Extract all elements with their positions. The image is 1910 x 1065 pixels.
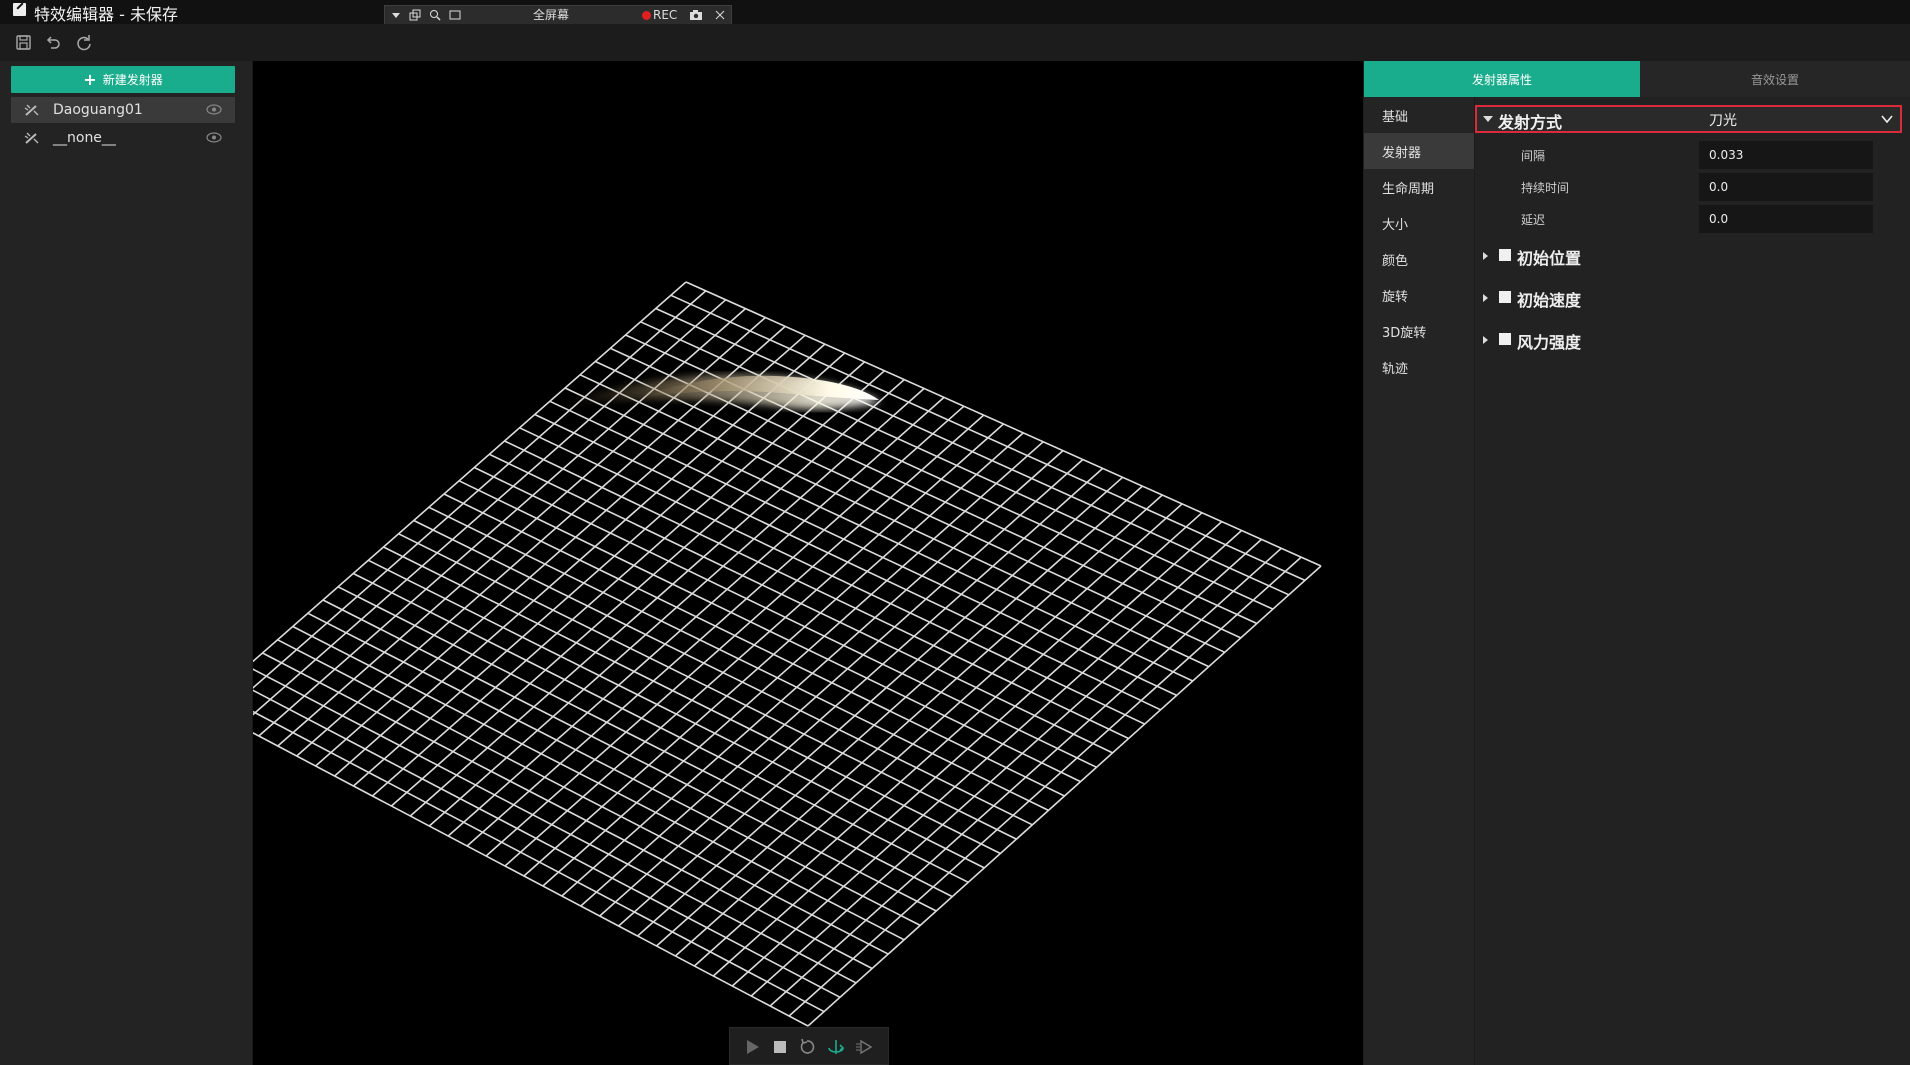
expand-triangle-icon[interactable] — [1483, 252, 1488, 260]
section-wind-strength[interactable]: 风力强度 — [1475, 326, 1910, 356]
recording-toolbar: 全屏幕 REC — [384, 5, 732, 25]
emit-mode-value: 刀光 — [1709, 113, 1737, 129]
emitter-name: Daoguang01 — [53, 102, 143, 118]
interval-input[interactable] — [1699, 141, 1873, 169]
tab-emitter-properties[interactable]: 发射器属性 — [1364, 61, 1640, 97]
section-enable-checkbox[interactable] — [1499, 291, 1511, 303]
category-emitter[interactable]: 发射器 — [1364, 133, 1474, 169]
visibility-eye-icon[interactable] — [206, 104, 222, 115]
collapse-triangle-icon[interactable] — [1483, 116, 1493, 122]
plus-icon: + — [83, 69, 97, 89]
properties-panel: 发射器属性 音效设置 基础 发射器 生命周期 大小 颜色 旋转 3D旋转 轨迹 … — [1364, 61, 1910, 1065]
new-emitter-label: 新建发射器 — [102, 73, 163, 87]
category-3d-rotation[interactable]: 3D旋转 — [1364, 313, 1474, 349]
app-icon — [13, 3, 26, 16]
replay-icon[interactable] — [798, 1037, 818, 1057]
chevron-down-icon[interactable] — [1880, 112, 1894, 126]
scene-canvas — [253, 281, 1322, 1027]
emitter-item-daoguang01[interactable]: Daoguang01 — [11, 97, 235, 123]
blade-slash-effect — [553, 374, 881, 409]
section-label: 初始速度 — [1517, 291, 1582, 310]
zoom-icon[interactable] — [429, 9, 441, 21]
emitter-properties: 发射方式 刀光 间隔 持续时间 延迟 初始位置 初始速度 — [1475, 97, 1910, 1065]
step-forward-icon[interactable] — [854, 1037, 874, 1057]
visibility-eye-icon[interactable] — [206, 132, 222, 143]
section-label: 风力强度 — [1517, 333, 1582, 352]
window-restore-icon[interactable] — [409, 9, 421, 21]
duration-row: 持续时间 — [1475, 171, 1910, 201]
section-initial-position[interactable]: 初始位置 — [1475, 242, 1910, 272]
section-enable-checkbox[interactable] — [1499, 249, 1511, 261]
emitter-icon — [24, 132, 39, 144]
expand-triangle-icon[interactable] — [1483, 294, 1488, 302]
property-category-list: 基础 发射器 生命周期 大小 颜色 旋转 3D旋转 轨迹 — [1364, 97, 1475, 1065]
category-color[interactable]: 颜色 — [1364, 241, 1474, 277]
play-icon[interactable] — [742, 1037, 762, 1057]
emit-mode-label: 发射方式 — [1498, 113, 1563, 132]
delay-label: 延迟 — [1521, 213, 1546, 227]
rec-dot-icon — [642, 11, 651, 20]
rec-button[interactable]: REC — [653, 8, 677, 22]
emitter-list-panel: + 新建发射器 Daoguang01 __none__ — [0, 61, 253, 1065]
playback-controls — [729, 1027, 889, 1065]
stop-icon[interactable] — [770, 1037, 790, 1057]
loop-icon[interactable] — [826, 1037, 846, 1057]
dropdown-arrow-icon[interactable] — [391, 10, 401, 20]
duration-input[interactable] — [1699, 173, 1873, 201]
expand-triangle-icon[interactable] — [1483, 336, 1488, 344]
interval-row: 间隔 — [1475, 139, 1910, 169]
fullscreen-button[interactable]: 全屏幕 — [533, 8, 569, 22]
delay-input[interactable] — [1699, 205, 1873, 233]
emitter-name: __none__ — [53, 130, 116, 146]
category-lifecycle[interactable]: 生命周期 — [1364, 169, 1474, 205]
new-emitter-button[interactable]: + 新建发射器 — [11, 66, 235, 93]
camera-icon[interactable] — [689, 9, 703, 21]
duration-label: 持续时间 — [1521, 181, 1570, 195]
emitter-item-none[interactable]: __none__ — [11, 125, 235, 151]
category-trajectory[interactable]: 轨迹 — [1364, 349, 1474, 385]
emit-mode-dropdown[interactable]: 发射方式 刀光 — [1475, 105, 1902, 133]
window-title: 特效编辑器 - 未保存 — [34, 5, 178, 24]
category-basic[interactable]: 基础 — [1364, 97, 1474, 133]
tab-sound-settings[interactable]: 音效设置 — [1640, 61, 1910, 97]
category-rotation[interactable]: 旋转 — [1364, 277, 1474, 313]
emitter-icon — [24, 104, 39, 116]
delay-row: 延迟 — [1475, 203, 1910, 233]
title-bar: 特效编辑器 - 未保存 全屏幕 REC — [0, 0, 1910, 25]
preview-viewport[interactable] — [253, 61, 1363, 1065]
undo-icon[interactable] — [43, 33, 63, 53]
section-initial-velocity[interactable]: 初始速度 — [1475, 284, 1910, 314]
category-size[interactable]: 大小 — [1364, 205, 1474, 241]
section-enable-checkbox[interactable] — [1499, 333, 1511, 345]
interval-label: 间隔 — [1521, 149, 1546, 163]
main-toolbar — [0, 24, 1910, 62]
crop-region-icon[interactable] — [449, 9, 461, 21]
section-label: 初始位置 — [1517, 249, 1582, 268]
redo-icon[interactable] — [74, 33, 94, 53]
save-icon[interactable] — [14, 33, 34, 53]
close-icon[interactable] — [715, 10, 725, 20]
